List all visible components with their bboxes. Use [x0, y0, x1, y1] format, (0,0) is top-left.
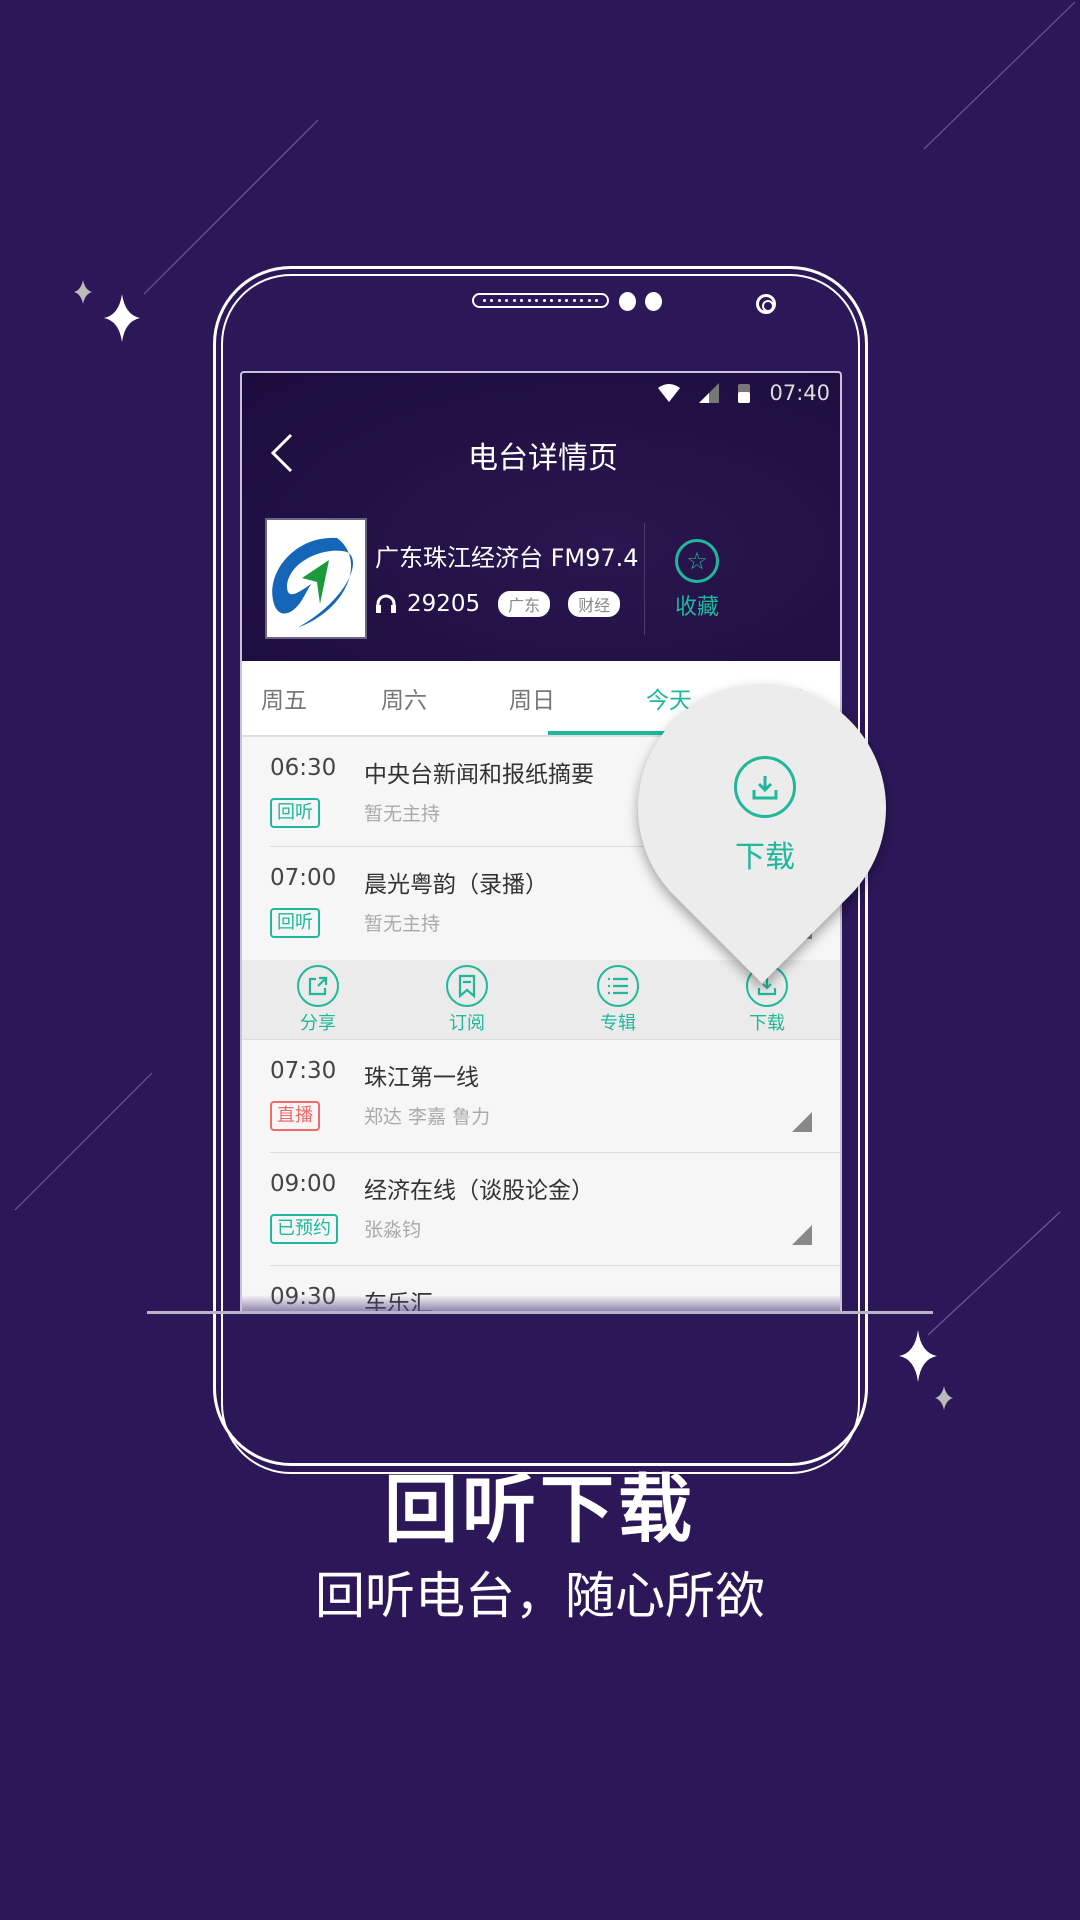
- phone-sensor: [619, 292, 636, 311]
- station-meta: 29205 广东 财经: [375, 591, 621, 617]
- tag-category[interactable]: 财经: [568, 591, 621, 617]
- status-time: 07:40: [769, 381, 830, 405]
- wifi-icon: [658, 384, 681, 402]
- headphones-icon: [376, 594, 396, 613]
- promo-headline: 回听下载: [384, 1467, 696, 1553]
- list-icon: [597, 965, 639, 1007]
- promo-subtitle: 回听电台，随心所欲: [315, 1567, 765, 1625]
- download-label: 下载: [749, 1013, 785, 1034]
- program-title: 经济在线（谈股论金）: [364, 1178, 594, 1204]
- share-label: 分享: [300, 1013, 336, 1034]
- program-time: 09:00: [270, 1171, 337, 1197]
- subscribe-label: 订阅: [449, 1013, 485, 1034]
- sparkle-icon: [935, 1386, 953, 1410]
- tab-sat[interactable]: 周六: [381, 681, 427, 715]
- expand-corner-icon[interactable]: [792, 1112, 812, 1132]
- program-row[interactable]: 07:30 珠江第一线 直播 郑达 李嘉 鲁力: [242, 1040, 840, 1153]
- program-host: 暂无主持: [364, 803, 441, 825]
- phone-sensor: [645, 292, 662, 311]
- replay-badge[interactable]: 回听: [270, 798, 320, 828]
- callout-label: 下载: [735, 840, 795, 875]
- page-title: 电台详情页: [468, 441, 618, 476]
- program-title: 晨光粤韵（录播）: [364, 872, 548, 898]
- bookmark-icon: [446, 965, 488, 1007]
- program-time: 07:00: [270, 865, 337, 891]
- expand-corner-icon[interactable]: [792, 1225, 812, 1245]
- program-host: 郑达 李嘉 鲁力: [364, 1106, 491, 1128]
- subscribe-button[interactable]: 订阅: [446, 965, 488, 1035]
- active-tab-indicator: [548, 731, 668, 735]
- download-callout-content[interactable]: 下载: [682, 756, 848, 876]
- status-bar: 07:40: [657, 381, 830, 405]
- decor-line: [14, 1072, 153, 1211]
- decor-line: [923, 1, 1076, 150]
- tab-sun[interactable]: 周日: [509, 681, 555, 715]
- phone-camera: [756, 294, 776, 314]
- album-button[interactable]: 专辑: [597, 965, 639, 1035]
- program-time: 07:30: [270, 1058, 337, 1084]
- divider: [644, 523, 645, 635]
- tab-fri[interactable]: 周五: [261, 681, 307, 715]
- star-icon: ☆: [675, 539, 719, 583]
- album-label: 专辑: [600, 1013, 636, 1034]
- favorite-label: 收藏: [674, 595, 719, 620]
- share-button[interactable]: 分享: [297, 965, 339, 1035]
- program-title: 珠江第一线: [364, 1065, 479, 1091]
- program-row[interactable]: 09:00 经济在线（谈股论金） 已预约 张淼钧: [242, 1153, 840, 1266]
- signal-icon: [699, 383, 720, 403]
- tag-region[interactable]: 广东: [498, 591, 551, 617]
- replay-badge[interactable]: 回听: [270, 908, 320, 938]
- reserved-badge[interactable]: 已预约: [270, 1214, 338, 1244]
- phone-speaker: [472, 293, 609, 308]
- program-host: 暂无主持: [364, 913, 441, 935]
- program-host: 张淼钧: [364, 1219, 422, 1241]
- favorite-button[interactable]: ☆ 收藏: [662, 539, 732, 621]
- decor-line: [927, 1211, 1061, 1336]
- share-icon: [297, 965, 339, 1007]
- station-logo: [265, 518, 367, 639]
- download-icon: [734, 756, 796, 818]
- listener-count: 29205: [407, 591, 481, 617]
- live-badge[interactable]: 直播: [270, 1101, 320, 1131]
- station-header: 07:40 电台详情页 广东珠江经济台 FM97.4 29205 广东 财经 ☆…: [242, 373, 840, 661]
- station-name: 广东珠江经济台 FM97.4: [375, 544, 639, 572]
- sparkle-icon: [899, 1330, 937, 1382]
- program-title: 中央台新闻和报纸摘要: [364, 762, 594, 788]
- battery-icon: [738, 384, 751, 403]
- program-time: 06:30: [270, 755, 337, 781]
- sparkle-icon: [74, 280, 92, 304]
- sparkle-icon: [104, 294, 140, 342]
- baseline-divider: [147, 1311, 933, 1314]
